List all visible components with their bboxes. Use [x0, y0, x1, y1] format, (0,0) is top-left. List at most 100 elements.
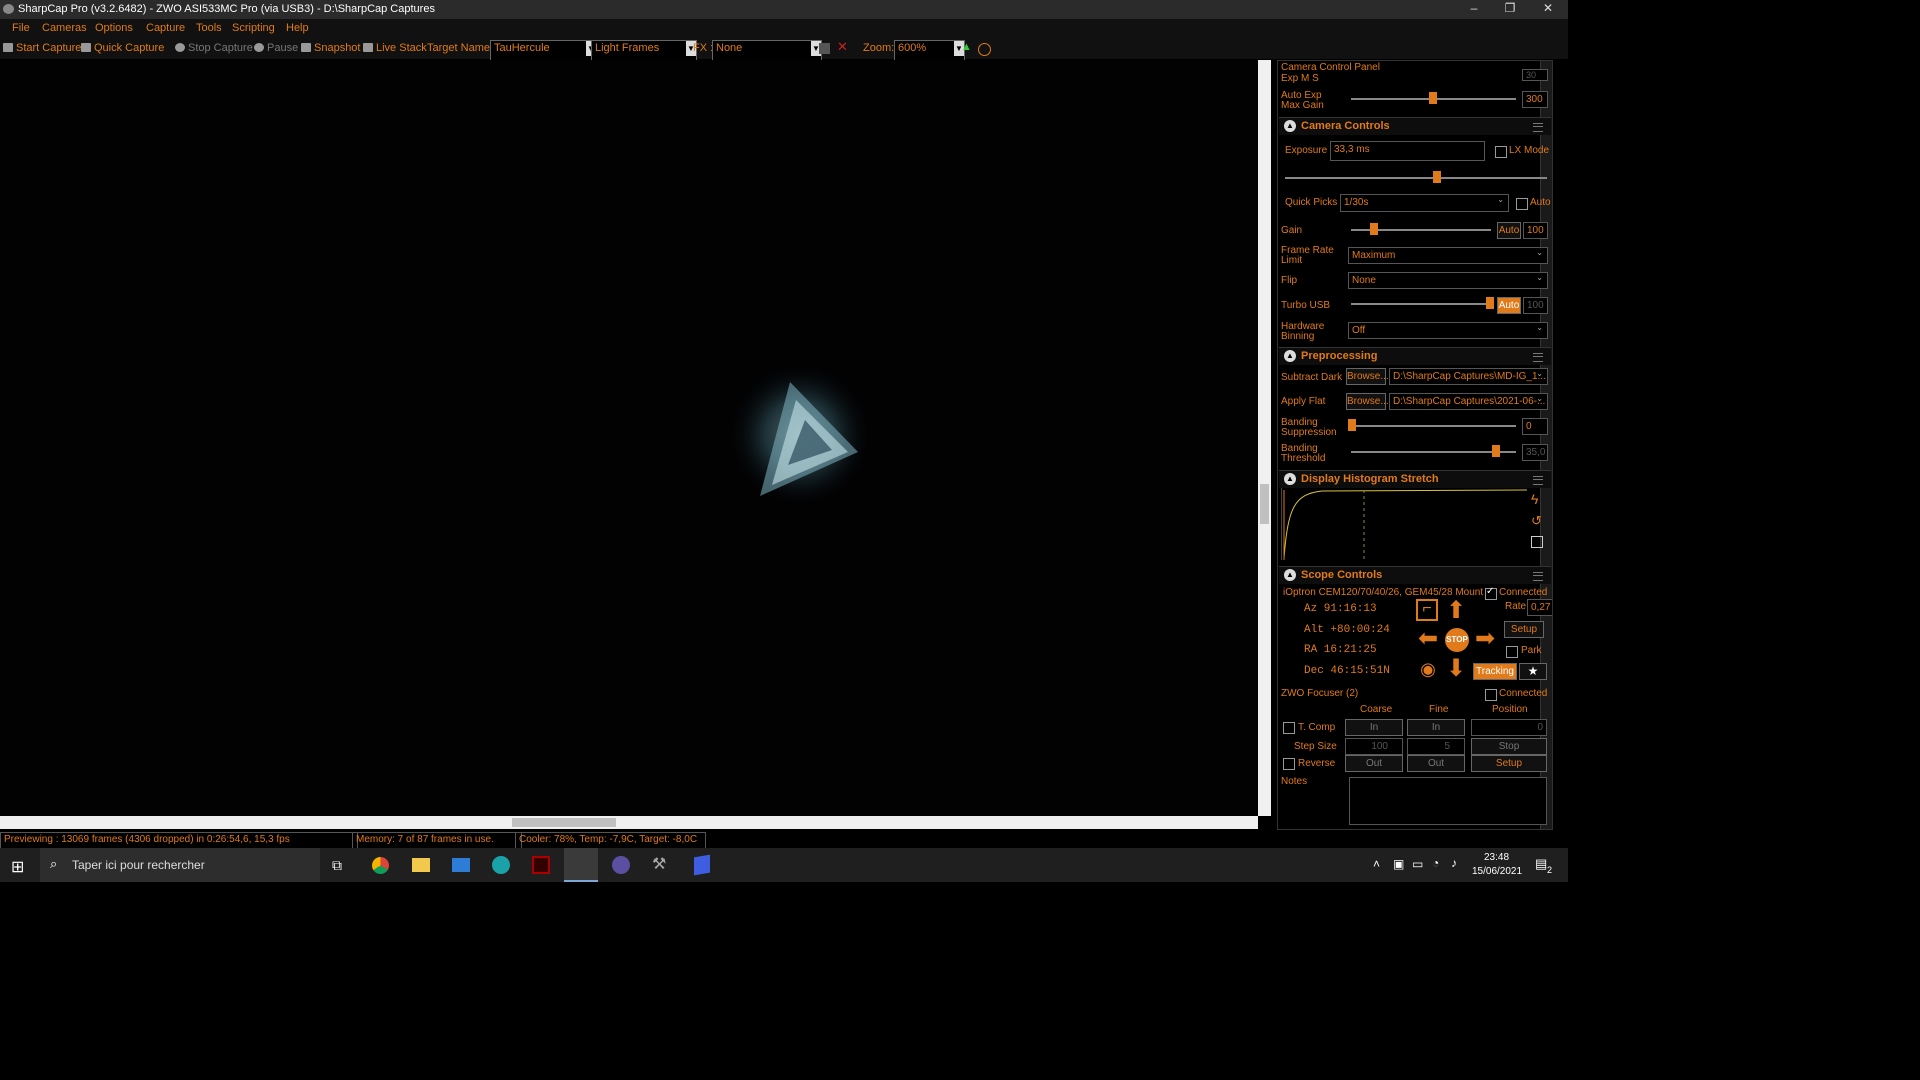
- turbo-usb-value[interactable]: 100: [1523, 297, 1548, 314]
- histogram-header[interactable]: ▲ Display Histogram Stretch: [1279, 470, 1551, 488]
- exposure-slider[interactable]: [1285, 177, 1547, 179]
- gain-auto-button[interactable]: Auto: [1497, 222, 1521, 239]
- turbo-auto-button[interactable]: Auto: [1497, 297, 1521, 314]
- menu-capture[interactable]: Capture: [146, 22, 185, 34]
- tcomp-checkbox[interactable]: [1283, 722, 1295, 734]
- slider-thumb[interactable]: [1429, 92, 1437, 104]
- target-icon[interactable]: ◉: [1416, 657, 1440, 681]
- menu-file[interactable]: File: [12, 22, 30, 34]
- reticle-icon[interactable]: [978, 43, 991, 56]
- notification-icon[interactable]: ▤: [1535, 856, 1547, 872]
- target-name-combo[interactable]: TauHercule▼: [490, 40, 597, 61]
- clock-date[interactable]: 15/06/2021: [1472, 866, 1522, 877]
- sync-icon[interactable]: ⌐: [1416, 599, 1438, 621]
- quick-picks-auto-checkbox[interactable]: [1516, 198, 1528, 210]
- collapse-icon[interactable]: ▲: [1284, 473, 1296, 485]
- battery-icon[interactable]: ▭: [1412, 857, 1423, 871]
- slider-thumb[interactable]: [1486, 297, 1494, 309]
- histogram-icon[interactable]: ▲: [961, 41, 972, 53]
- coarse-out-button[interactable]: Out: [1345, 755, 1403, 772]
- flip-select[interactable]: None ⌄: [1348, 272, 1548, 289]
- wifi-icon[interactable]: ◔: [1432, 856, 1439, 870]
- hamburger-icon[interactable]: [1533, 353, 1543, 362]
- rate-select[interactable]: 0,27⌄: [1527, 599, 1552, 616]
- tray-device-icon[interactable]: ▣: [1393, 857, 1404, 871]
- fine-step-input[interactable]: 5: [1407, 738, 1465, 755]
- hamburger-icon[interactable]: [1533, 572, 1543, 581]
- slider-thumb[interactable]: [1433, 171, 1441, 183]
- menu-tools[interactable]: Tools: [196, 22, 222, 34]
- park-checkbox[interactable]: [1506, 646, 1518, 658]
- turbo-usb-slider[interactable]: [1351, 303, 1491, 305]
- taskbar-search[interactable]: ⌕ Taper ici pour rechercher: [40, 848, 320, 882]
- tracking-button[interactable]: Tracking: [1473, 663, 1517, 680]
- hamburger-icon[interactable]: [1533, 476, 1543, 485]
- banding-threshold-value[interactable]: 35,0: [1522, 444, 1548, 461]
- position-value[interactable]: 0: [1471, 719, 1547, 736]
- mount-connected-checkbox[interactable]: [1485, 586, 1497, 600]
- start-capture-button[interactable]: Start Capture: [3, 42, 81, 54]
- quick-capture-button[interactable]: Quick Capture: [81, 42, 164, 54]
- flat-path-select[interactable]: D:\SharpCap Captures\2021-06-... ⌄: [1389, 393, 1548, 410]
- task-view-icon[interactable]: ⧉: [332, 857, 342, 874]
- tray-chevron-icon[interactable]: ˄: [1373, 857, 1380, 871]
- preprocessing-header[interactable]: ▲ Preprocessing: [1279, 347, 1551, 365]
- histogram-plot[interactable]: [1281, 488, 1528, 560]
- close-button[interactable]: ✕: [1530, 0, 1566, 19]
- telescope-icon[interactable]: ⚒: [652, 854, 666, 874]
- focuser-setup-button[interactable]: Setup: [1471, 755, 1547, 772]
- app-blue-icon[interactable]: [694, 854, 710, 876]
- menu-options[interactable]: Options: [95, 22, 133, 34]
- arrow-left-icon[interactable]: ⬅: [1416, 627, 1440, 651]
- menu-cameras[interactable]: Cameras: [42, 22, 87, 34]
- edge-icon[interactable]: [492, 856, 510, 874]
- file-explorer-icon[interactable]: [412, 858, 430, 872]
- clock-time[interactable]: 23:48: [1484, 852, 1509, 863]
- live-stack-button[interactable]: Live Stack: [363, 42, 427, 54]
- scroll-thumb[interactable]: [512, 818, 616, 827]
- dark-path-select[interactable]: D:\SharpCap Captures\MD-IG_1... ⌄: [1389, 368, 1548, 385]
- quick-picks-select[interactable]: 1/30s ⌄: [1340, 194, 1509, 212]
- scope-setup-button[interactable]: Setup: [1504, 621, 1544, 638]
- fx-combo[interactable]: None ▼: [712, 40, 822, 61]
- coarse-in-button[interactable]: In: [1345, 719, 1403, 736]
- lightning-icon[interactable]: ϟ: [1531, 491, 1538, 507]
- menu-scripting[interactable]: Scripting: [232, 22, 275, 34]
- gain-value[interactable]: 100: [1523, 222, 1548, 239]
- mail-icon[interactable]: [452, 858, 470, 872]
- volume-icon[interactable]: ♪: [1451, 856, 1457, 870]
- arrow-right-icon[interactable]: ➡: [1473, 627, 1497, 651]
- hamburger-icon[interactable]: [1533, 123, 1543, 132]
- arrow-down-icon[interactable]: ⬇: [1444, 657, 1468, 681]
- windows-start-icon[interactable]: ⊞: [11, 857, 24, 877]
- save-icon[interactable]: [1531, 536, 1543, 548]
- reset-icon[interactable]: ↺: [1531, 513, 1542, 529]
- star-tracking-icon[interactable]: ★: [1519, 663, 1547, 680]
- collapse-icon[interactable]: ▲: [1284, 120, 1296, 132]
- sharpcap-taskbar-icon[interactable]: [564, 848, 598, 882]
- lx-mode-checkbox[interactable]: [1495, 146, 1507, 158]
- preview-area[interactable]: [0, 60, 1258, 816]
- exp-ms-value[interactable]: 30: [1522, 69, 1548, 81]
- hardware-binning-select[interactable]: Off ⌄: [1348, 322, 1548, 339]
- coarse-step-input[interactable]: 100: [1345, 738, 1403, 755]
- fine-in-button[interactable]: In: [1407, 719, 1465, 736]
- zoom-combo[interactable]: 600% ▼: [894, 40, 965, 61]
- stop-capture-button[interactable]: Stop Capture: [175, 42, 253, 54]
- maximize-button[interactable]: ❐: [1492, 0, 1528, 19]
- menu-help[interactable]: Help: [286, 22, 309, 34]
- slider-thumb[interactable]: [1370, 223, 1378, 235]
- pause-button[interactable]: Pause: [254, 42, 298, 54]
- auto-exp-max-gain-value[interactable]: 300: [1522, 91, 1548, 108]
- collapse-icon[interactable]: ▲: [1284, 350, 1296, 362]
- frame-rate-select[interactable]: Maximum ⌄: [1348, 247, 1548, 264]
- fx-clear-icon[interactable]: ✕: [837, 39, 848, 55]
- preview-vertical-scrollbar[interactable]: [1258, 60, 1271, 816]
- banding-suppression-value[interactable]: 0: [1522, 418, 1548, 435]
- scope-controls-header[interactable]: ▲ Scope Controls: [1279, 566, 1551, 584]
- flat-browse-button[interactable]: Browse...: [1346, 393, 1389, 410]
- dark-browse-button[interactable]: Browse...: [1346, 368, 1389, 385]
- stellarium-icon[interactable]: [612, 856, 630, 874]
- reverse-checkbox[interactable]: [1283, 758, 1295, 770]
- minimize-button[interactable]: –: [1456, 0, 1492, 19]
